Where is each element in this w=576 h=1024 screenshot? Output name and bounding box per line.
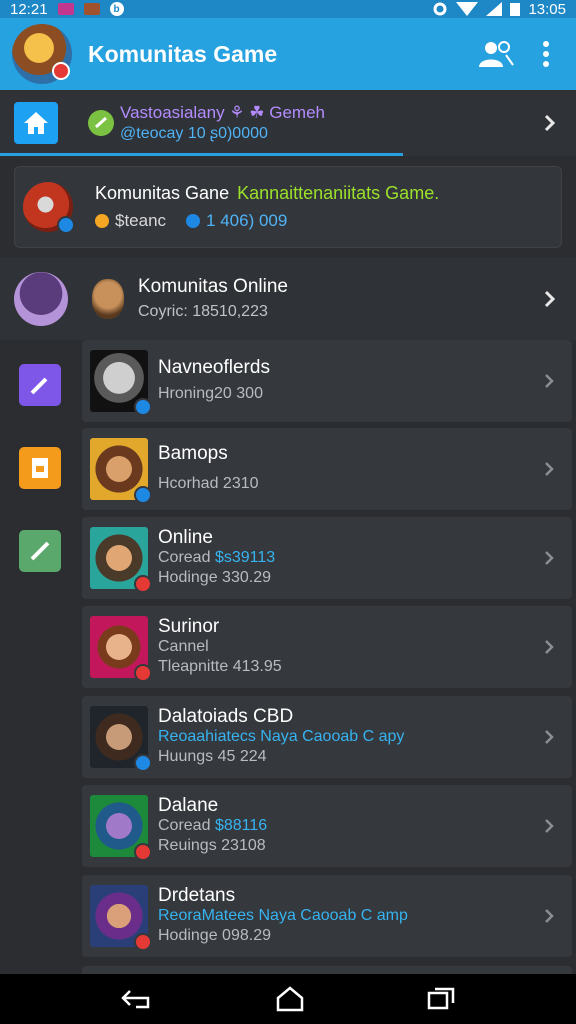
status-time-right: 13:05 <box>528 0 566 18</box>
section-title: Komunitas Online <box>138 276 288 297</box>
hero-avatar <box>90 438 152 504</box>
chevron-right-icon[interactable] <box>544 818 554 834</box>
list-item[interactable]: Bamops Hcorhad 2310 <box>82 428 572 510</box>
verified-badge-icon <box>134 664 152 682</box>
featured-title-highlight: Kannaittenaniitats Game. <box>237 183 440 203</box>
recents-icon[interactable] <box>426 987 456 1011</box>
chevron-right-icon[interactable] <box>544 373 554 389</box>
app-bar: Komunitas Game <box>0 18 576 90</box>
verified-badge-icon <box>57 216 75 234</box>
notification-icon <box>57 3 74 15</box>
verified-badge-icon <box>52 62 70 80</box>
status-bar: 12:21 b 13:05 <box>0 0 576 18</box>
app-title: Komunitas Game <box>88 40 278 67</box>
chevron-right-icon[interactable] <box>538 287 562 311</box>
item-amount: $s39113 <box>214 549 276 566</box>
item-line: Coread <box>158 549 211 566</box>
item-title: Surinor <box>158 616 220 637</box>
verified-badge-icon <box>134 486 152 504</box>
item-stat: Tleapnitte 413.95 <box>158 658 282 675</box>
item-line: Reoaahiatecs Naya Caooab C apy <box>158 728 405 745</box>
hand-icon[interactable] <box>19 364 61 406</box>
verified-badge-icon <box>134 754 152 772</box>
b-notification-icon: b <box>109 2 124 16</box>
check-icon <box>88 110 114 136</box>
home-icon[interactable] <box>14 102 58 144</box>
chevron-right-icon[interactable] <box>538 111 562 135</box>
chevron-right-icon[interactable] <box>544 729 554 745</box>
home-nav-icon[interactable] <box>275 986 305 1012</box>
home-row-subtitle: @teocay 10 ʂ0)0000 <box>120 125 268 142</box>
section-subtitle: Coyric: 18510,223 <box>138 303 268 320</box>
creature-avatar <box>92 279 124 319</box>
system-nav-bar <box>0 974 576 1024</box>
list-item[interactable]: Online Coread $s39113 Hodinge 330.29 <box>82 517 572 599</box>
list-item[interactable]: Dalatoiads CBD Reoaahiatecs Naya Caooab … <box>82 696 572 778</box>
verified-badge-icon <box>134 575 152 593</box>
item-line: ReoraMatees Naya Caooab C amp <box>158 907 408 924</box>
list-item[interactable]: Navneoflerds Hroning20 300 <box>82 340 572 422</box>
settings-gear-icon <box>433 2 447 16</box>
featured-title: Komunitas Gane <box>95 183 230 203</box>
signal-icon <box>486 2 503 16</box>
item-stat: Reuings 23108 <box>158 837 266 854</box>
wizard-avatar <box>14 272 68 326</box>
back-icon[interactable] <box>120 987 154 1011</box>
item-stat: Hodinge 330.29 <box>158 569 271 586</box>
item-amount: $88116 <box>214 817 268 834</box>
chevron-right-icon[interactable] <box>544 639 554 655</box>
featured-game-icon <box>23 182 75 234</box>
progress-bar <box>0 153 404 156</box>
community-online-row[interactable]: Komunitas Online Coyric: 18510,223 <box>0 258 576 340</box>
item-line: Coread <box>158 817 211 834</box>
item-title: Dalatoiads CBD <box>158 706 294 727</box>
list-item[interactable]: Drdetans ReoraMatees Naya Caooab C amp H… <box>82 875 572 957</box>
verified-badge-icon <box>134 843 152 861</box>
edit-icon[interactable] <box>19 530 61 572</box>
verified-badge-icon <box>134 933 152 951</box>
verified-badge-icon <box>134 398 152 416</box>
item-line: Cannel <box>158 638 209 655</box>
featured-card[interactable]: Komunitas Gane Kannaittenaniitats Game. $… <box>14 166 562 248</box>
battery-icon <box>510 3 521 16</box>
hero-avatar <box>90 706 152 772</box>
people-icon[interactable] <box>478 39 514 69</box>
item-title: Bamops <box>158 443 228 464</box>
item-stat: Huungs 45 224 <box>158 748 267 765</box>
item-stat: Hroning20 300 <box>158 385 263 402</box>
item-title: Navneoflerds <box>158 357 270 378</box>
coin-icon <box>95 214 109 228</box>
blue-coin-icon <box>186 214 201 228</box>
item-stat: Hcorhad 2310 <box>158 475 259 492</box>
hero-avatar <box>90 527 152 593</box>
game-notification-icon <box>83 3 100 15</box>
item-title: Online <box>158 527 213 548</box>
featured-sub-right: 1 406) 009 <box>206 211 288 230</box>
item-title: Drdetans <box>158 885 236 906</box>
wifi-icon <box>456 2 479 16</box>
chevron-right-icon[interactable] <box>544 550 554 566</box>
overflow-menu-icon[interactable] <box>542 40 550 68</box>
trophy-avatar <box>90 350 152 416</box>
hero-avatar <box>90 795 152 861</box>
list-item[interactable]: Surinor Cannel Tleapnitte 413.95 <box>82 606 572 688</box>
list-item[interactable]: Dalane Coread $88116 Reuings 23108 <box>82 785 572 867</box>
home-row-title: Vastoasialany ⚘ ☘ Gemeh <box>120 103 325 122</box>
status-time-left: 12:21 <box>10 0 48 18</box>
item-title: Dalane <box>158 795 219 816</box>
chevron-right-icon[interactable] <box>544 461 554 477</box>
orange-box-icon[interactable] <box>19 447 61 489</box>
featured-sub-left: $teanc <box>115 211 167 230</box>
hero-avatar <box>90 885 152 951</box>
item-stat: Hodinge 098.29 <box>158 927 271 944</box>
hero-avatar <box>90 616 152 682</box>
app-logo[interactable] <box>12 24 72 84</box>
home-row[interactable]: Vastoasialany ⚘ ☘ Gemeh @teocay 10 ʂ0)00… <box>0 90 576 156</box>
chevron-right-icon[interactable] <box>544 908 554 924</box>
